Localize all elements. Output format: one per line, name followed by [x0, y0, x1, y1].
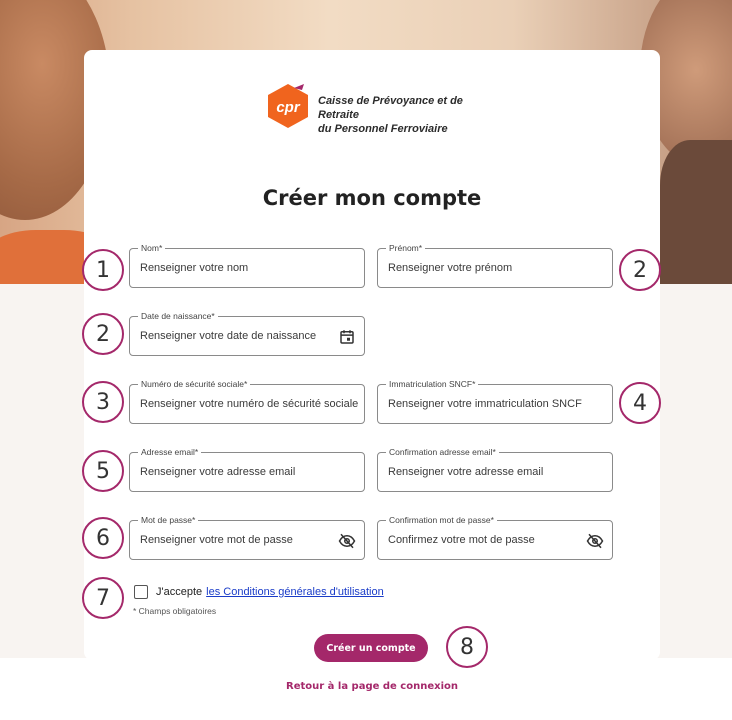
email-input[interactable] — [140, 461, 346, 483]
marker-7: 7 — [82, 577, 124, 619]
email-label: Adresse email* — [138, 446, 202, 458]
marker-1: 1 — [82, 249, 124, 291]
nom-label: Nom* — [138, 242, 166, 254]
securite-sociale-input[interactable] — [140, 393, 360, 415]
password-confirm-field: Confirmation mot de passe* — [377, 514, 613, 560]
email-field: Adresse email* — [129, 446, 365, 492]
calendar-icon[interactable] — [338, 328, 356, 346]
marker-2: 2 — [619, 249, 661, 291]
date-naissance-label: Date de naissance* — [138, 310, 218, 322]
password-confirm-label: Confirmation mot de passe* — [386, 514, 497, 526]
cgu-row: J'accepte les Conditions générales d'uti… — [134, 584, 384, 600]
securite-sociale-label: Numéro de sécurité sociale* — [138, 378, 251, 390]
email-confirm-field: Confirmation adresse email* — [377, 446, 613, 492]
marker-8: 8 — [446, 626, 488, 668]
brand-name-line1: Caisse de Prévoyance et de Retraite — [318, 95, 463, 121]
cgu-checkbox[interactable] — [134, 585, 148, 599]
email-confirm-label: Confirmation adresse email* — [386, 446, 499, 458]
password-label: Mot de passe* — [138, 514, 199, 526]
marker-4: 4 — [619, 382, 661, 424]
eye-off-icon[interactable] — [586, 532, 604, 550]
cgu-prefix: J'accepte — [156, 586, 203, 598]
date-naissance-field: Date de naissance* — [129, 310, 365, 356]
date-naissance-input[interactable] — [140, 325, 340, 347]
prenom-input[interactable] — [388, 257, 594, 279]
nom-field: Nom* — [129, 242, 365, 288]
marker-6: 6 — [82, 517, 124, 559]
prenom-field: Prénom* — [377, 242, 613, 288]
password-field: Mot de passe* — [129, 514, 365, 560]
required-note: * Champs obligatoires — [133, 606, 217, 616]
create-account-button[interactable]: Créer un compte — [314, 634, 428, 662]
cpr-logo: cpr Caisse de Prévoyance et de Retraite … — [264, 82, 494, 135]
cpr-logo-icon: cpr — [268, 84, 308, 128]
logo-mark-text: cpr — [276, 99, 301, 116]
prenom-label: Prénom* — [386, 242, 426, 254]
sncf-label: Immatriculation SNCF* — [386, 378, 479, 390]
back-to-login-link[interactable]: Retour à la page de connexion — [84, 681, 660, 692]
cgu-link[interactable]: les Conditions générales d'utilisation — [206, 586, 384, 598]
logo-text: Caisse de Prévoyance et de Retraite du P… — [318, 94, 498, 136]
password-confirm-input[interactable] — [388, 529, 578, 551]
brand-name-line2: du Personnel Ferroviaire — [318, 123, 448, 135]
securite-sociale-field: Numéro de sécurité sociale* — [129, 378, 365, 424]
password-input[interactable] — [140, 529, 330, 551]
marker-5: 5 — [82, 450, 124, 492]
email-confirm-input[interactable] — [388, 461, 594, 483]
marker-3: 3 — [82, 381, 124, 423]
sncf-input[interactable] — [388, 393, 594, 415]
marker-2b: 2 — [82, 313, 124, 355]
nom-input[interactable] — [140, 257, 346, 279]
eye-off-icon[interactable] — [338, 532, 356, 550]
page-title: Créer mon compte — [262, 186, 482, 210]
background-hair-right — [660, 140, 732, 284]
sncf-field: Immatriculation SNCF* — [377, 378, 613, 424]
